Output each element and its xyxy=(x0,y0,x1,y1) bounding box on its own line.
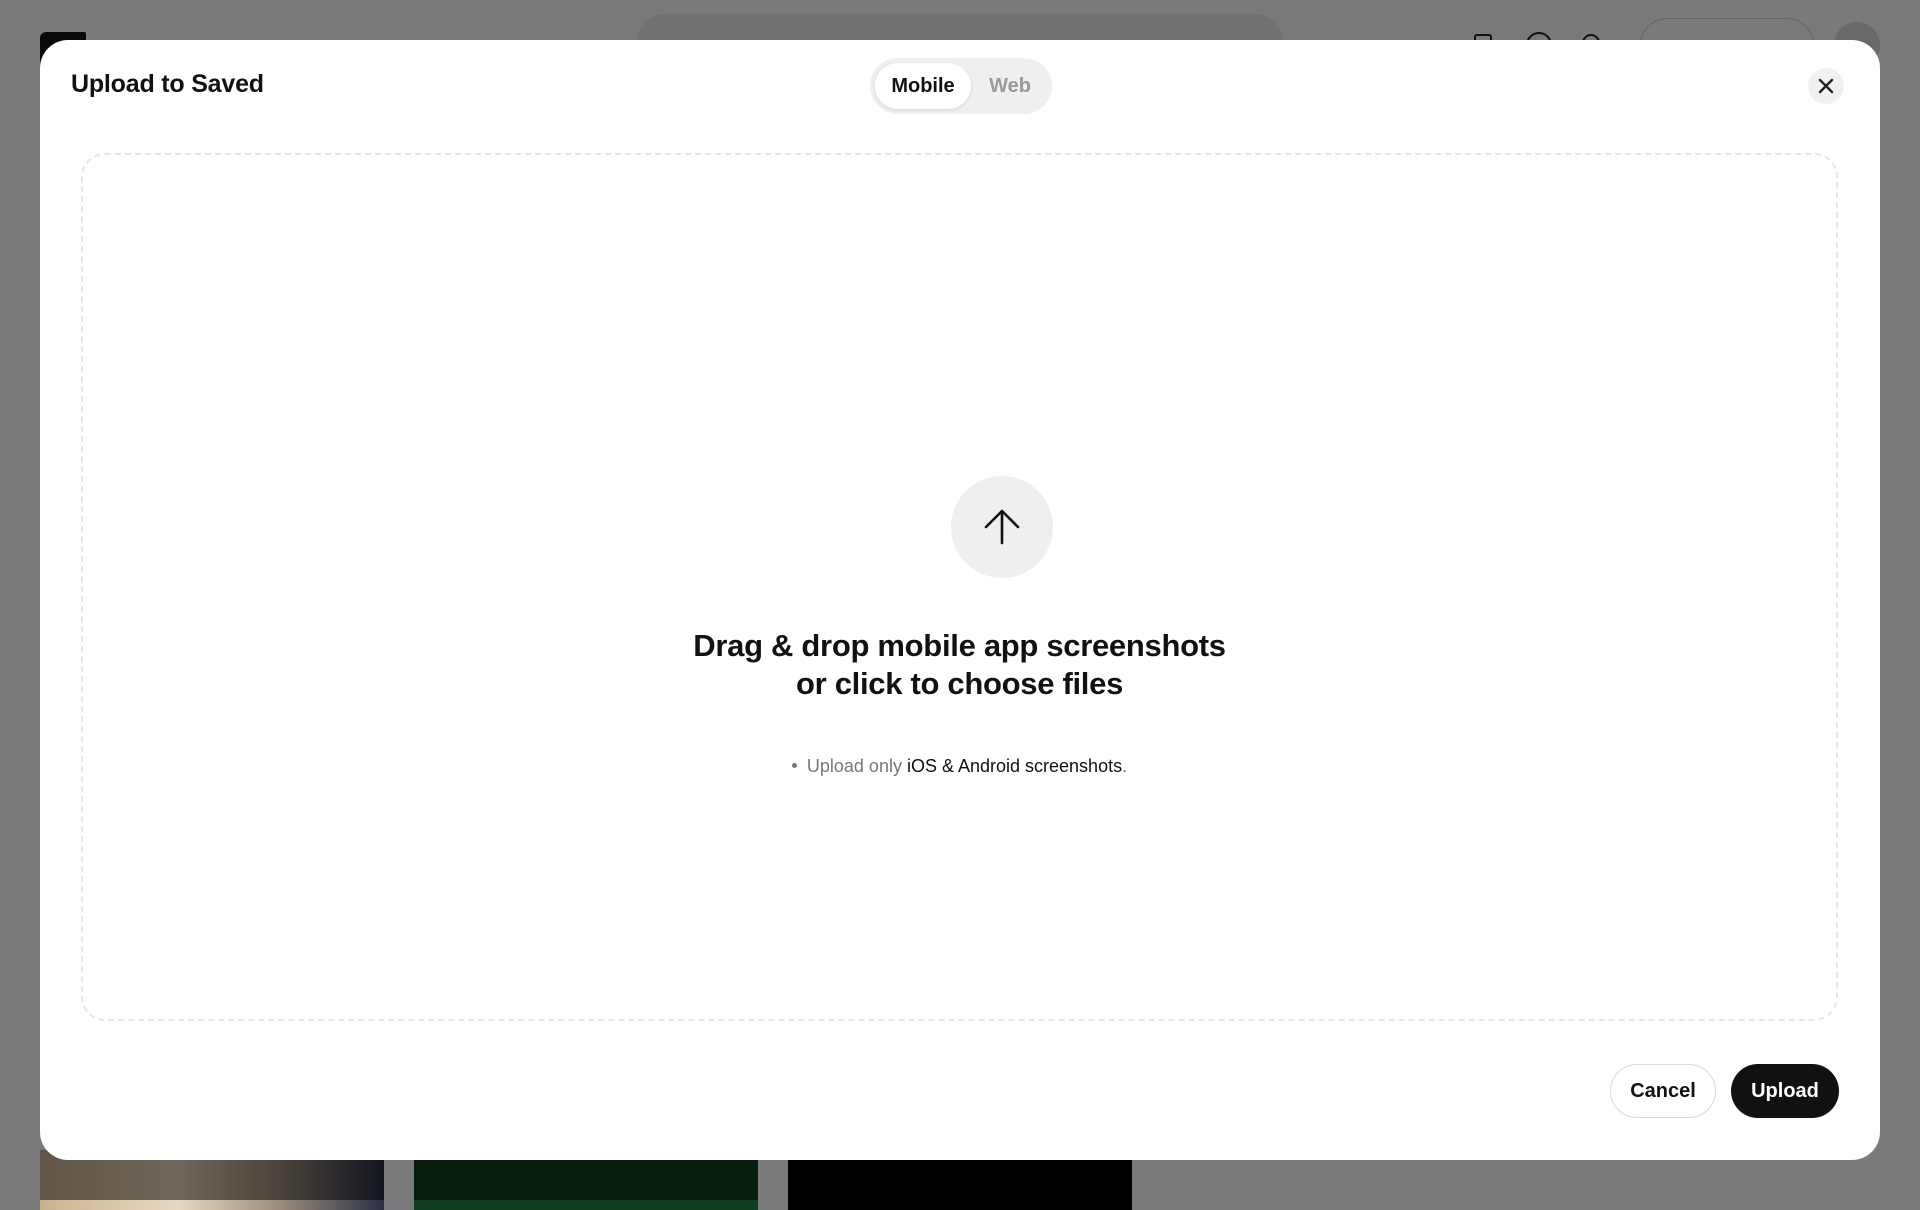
upload-icon-circle xyxy=(951,476,1053,578)
hint-suffix: . xyxy=(1122,756,1128,776)
file-dropzone[interactable]: Drag & drop mobile app screenshots or cl… xyxy=(81,153,1838,1021)
toggle-web[interactable]: Web xyxy=(972,63,1048,109)
dropzone-title: Drag & drop mobile app screenshots xyxy=(693,628,1226,663)
upload-button[interactable]: Upload xyxy=(1731,1064,1839,1118)
upload-hint: Upload only iOS & Android screenshots. xyxy=(83,756,1836,777)
toggle-mobile[interactable]: Mobile xyxy=(875,63,971,109)
bullet-icon xyxy=(791,762,797,768)
upload-modal: Upload to Saved Mobile Web Drag & drop m… xyxy=(40,40,1880,1160)
hint-emphasis: iOS & Android screenshots xyxy=(906,756,1123,776)
close-icon xyxy=(1818,78,1834,94)
modal-title: Upload to Saved xyxy=(71,70,264,98)
platform-toggle: Mobile Web xyxy=(870,58,1052,114)
close-button[interactable] xyxy=(1808,68,1844,104)
arrow-up-icon xyxy=(984,509,1020,545)
hint-prefix: Upload only xyxy=(806,756,902,776)
dropzone-subtitle: or click to choose files xyxy=(795,666,1124,701)
cancel-button[interactable]: Cancel xyxy=(1610,1064,1716,1118)
